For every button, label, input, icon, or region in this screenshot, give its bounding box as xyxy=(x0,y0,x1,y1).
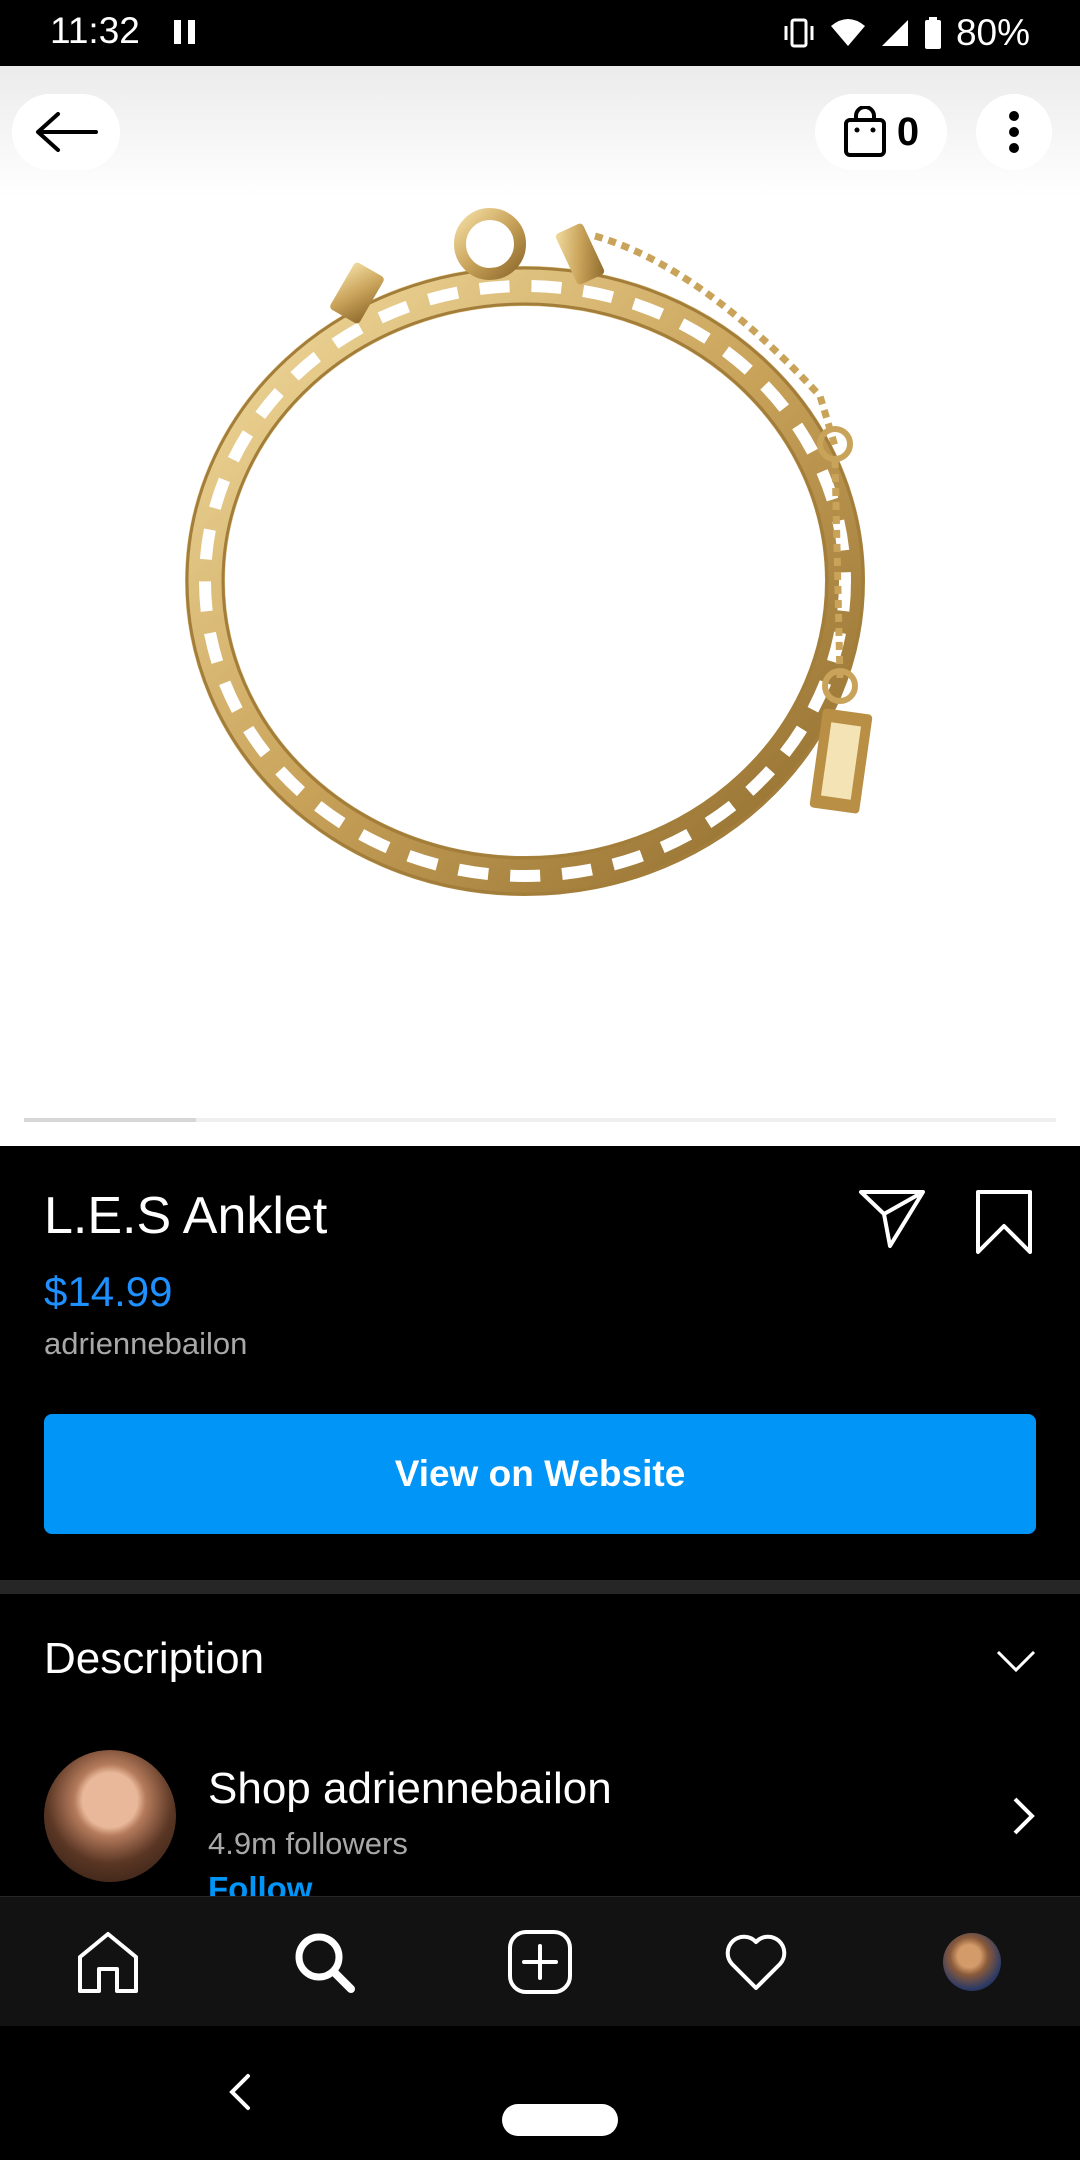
bottom-navigation xyxy=(0,1896,1080,2026)
profile-avatar xyxy=(943,1932,1001,1991)
chevron-right-icon xyxy=(1013,1797,1035,1835)
product-seller[interactable]: adriennebailon xyxy=(44,1326,247,1362)
system-navigation-bar xyxy=(0,2026,1080,2160)
signal-icon xyxy=(881,20,908,46)
wifi-icon xyxy=(830,19,865,46)
follow-button[interactable]: Follow xyxy=(208,1870,312,1896)
description-toggle[interactable]: Description xyxy=(0,1594,1080,1724)
gallery-progress xyxy=(24,1118,1056,1122)
vibrate-icon xyxy=(784,18,814,48)
description-label: Description xyxy=(44,1634,265,1683)
nav-profile[interactable] xyxy=(932,1922,1012,2002)
battery-level: 80% xyxy=(955,12,1030,53)
shop-followers: 4.9m followers xyxy=(208,1826,408,1861)
gallery-progress-fill xyxy=(24,1118,196,1122)
product-info: L.E.S Anklet $14.99 adriennebailon View … xyxy=(0,1146,1080,1580)
arrow-left-icon xyxy=(36,112,98,152)
status-icons: 80% xyxy=(782,10,1030,56)
product-title: L.E.S Anklet xyxy=(44,1187,328,1245)
shopping-bag-icon xyxy=(843,106,886,157)
cart-button[interactable]: 0 xyxy=(815,94,947,170)
more-options-button[interactable] xyxy=(976,94,1052,170)
product-price: $14.99 xyxy=(44,1268,173,1315)
home-icon xyxy=(78,1931,138,1993)
pause-icon xyxy=(174,20,196,44)
product-image xyxy=(185,208,873,896)
nav-search[interactable] xyxy=(284,1922,364,2002)
paper-plane-icon[interactable] xyxy=(858,1188,926,1250)
battery-icon xyxy=(924,17,941,49)
status-bar: 11:32 80% xyxy=(0,0,1080,66)
chevron-down-icon xyxy=(996,1650,1036,1673)
shop-name: Shop adriennebailon xyxy=(208,1764,612,1813)
system-home-pill[interactable] xyxy=(502,2104,618,2136)
more-vertical-icon xyxy=(1009,111,1019,153)
nav-activity[interactable] xyxy=(716,1922,796,2002)
product-image-gallery[interactable]: 0 xyxy=(0,66,1080,1146)
section-divider xyxy=(0,1580,1080,1594)
shop-avatar[interactable] xyxy=(44,1750,176,1882)
cart-count: 0 xyxy=(896,109,920,154)
bookmark-icon[interactable] xyxy=(974,1188,1034,1256)
status-time: 11:32 xyxy=(50,10,140,51)
add-post-icon xyxy=(508,1929,572,1994)
nav-create[interactable] xyxy=(500,1922,580,2002)
system-back-icon[interactable] xyxy=(224,2072,254,2112)
shop-row[interactable]: Shop adriennebailon 4.9m followers Follo… xyxy=(0,1740,1080,1896)
view-on-website-button[interactable]: View on Website xyxy=(44,1414,1036,1534)
search-icon xyxy=(295,1933,355,1993)
nav-home[interactable] xyxy=(68,1922,148,2002)
heart-icon xyxy=(725,1934,787,1990)
back-button[interactable] xyxy=(12,94,120,170)
